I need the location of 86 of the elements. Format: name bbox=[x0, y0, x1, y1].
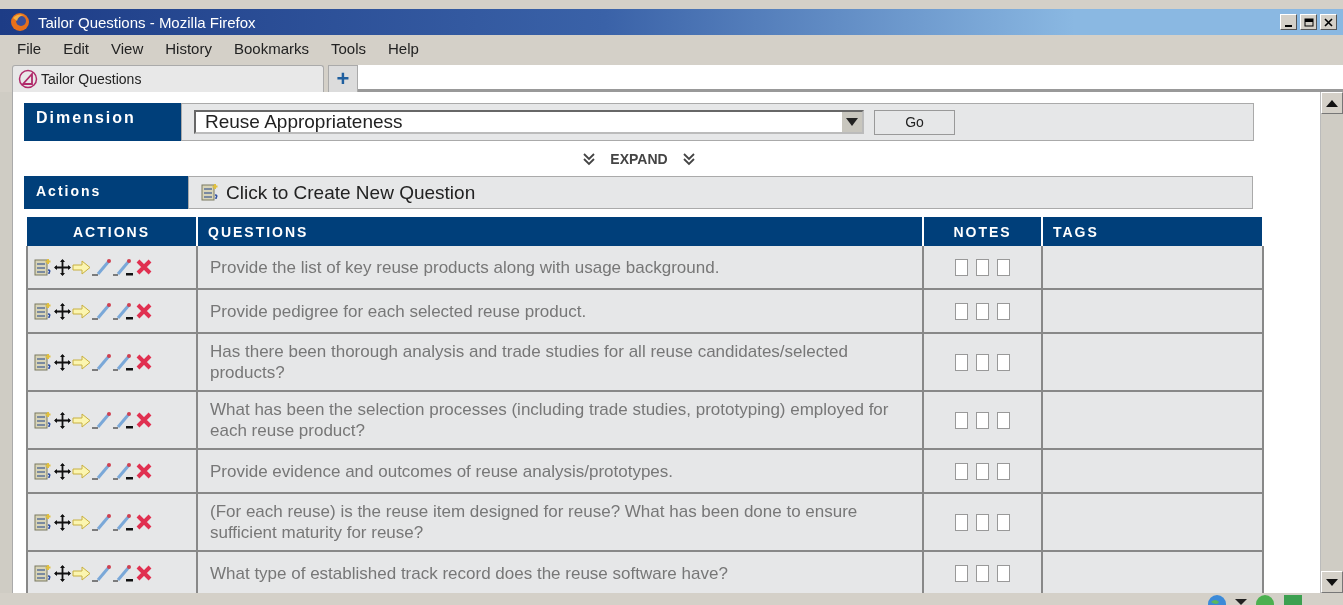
move-icon[interactable] bbox=[54, 302, 71, 320]
up-arrow-icon bbox=[1326, 99, 1338, 107]
create-question-link[interactable]: Click to Create New Question bbox=[188, 176, 1253, 209]
menu-item[interactable]: View bbox=[100, 40, 155, 57]
note-checkbox[interactable] bbox=[976, 462, 989, 480]
minimize-icon bbox=[1285, 24, 1292, 27]
new-tab-button[interactable]: + bbox=[328, 65, 358, 92]
note-checkbox[interactable] bbox=[955, 258, 968, 276]
delete-icon[interactable] bbox=[136, 354, 152, 370]
move-icon[interactable] bbox=[54, 258, 71, 276]
dropdown-arrow-icon bbox=[846, 118, 858, 126]
note-checkbox[interactable] bbox=[976, 258, 989, 276]
pencil-minus-icon[interactable] bbox=[113, 462, 135, 480]
delete-icon[interactable] bbox=[136, 565, 152, 581]
maximize-icon bbox=[1303, 17, 1314, 27]
question-text: Provide the list of key reuse products along with usage background. bbox=[210, 257, 720, 277]
double-chevron-icon[interactable] bbox=[681, 151, 696, 166]
scroll-up-button[interactable] bbox=[1321, 92, 1343, 114]
close-icon bbox=[1324, 17, 1333, 27]
down-arrow-icon bbox=[1326, 578, 1338, 586]
move-icon[interactable] bbox=[54, 564, 71, 582]
move-icon[interactable] bbox=[54, 411, 71, 429]
pencil-minus-icon[interactable] bbox=[113, 302, 135, 320]
menu-item[interactable]: File bbox=[6, 40, 53, 57]
note-checkbox[interactable] bbox=[997, 411, 1010, 429]
tab-logo-icon bbox=[18, 69, 38, 89]
delete-icon[interactable] bbox=[136, 303, 152, 319]
question-text: (For each reuse) is the reuse item designed for reuse? What has been done to ensure sufficient maturity for reuse? bbox=[210, 502, 858, 542]
pencil-minus-icon[interactable] bbox=[113, 564, 135, 582]
question-text: Provide evidence and outcomes of reuse analysis/prototypes. bbox=[210, 461, 674, 481]
pencil-minus-icon[interactable] bbox=[113, 353, 135, 371]
minimize-button[interactable] bbox=[1280, 14, 1297, 30]
note-checkbox[interactable] bbox=[955, 353, 968, 371]
browser-logo-icon bbox=[10, 12, 30, 32]
delete-icon[interactable] bbox=[136, 514, 152, 530]
note-checkbox[interactable] bbox=[997, 564, 1010, 582]
menu-item[interactable]: Help bbox=[377, 40, 430, 57]
question-text: What type of established track record does the reuse software have? bbox=[210, 563, 728, 583]
note-checkbox[interactable] bbox=[997, 302, 1010, 320]
pencil-minus-icon[interactable] bbox=[113, 411, 135, 429]
note-checkbox[interactable] bbox=[955, 302, 968, 320]
note-checkbox[interactable] bbox=[955, 462, 968, 480]
close-button[interactable] bbox=[1320, 14, 1337, 30]
go-button[interactable]: Go bbox=[874, 109, 955, 135]
note-checkbox[interactable] bbox=[997, 353, 1010, 371]
pencil-minus-icon[interactable] bbox=[113, 513, 135, 531]
column-header: ACTIONS bbox=[27, 217, 197, 246]
menu-item[interactable]: Tools bbox=[320, 40, 377, 57]
note-checkbox[interactable] bbox=[997, 513, 1010, 531]
window-title: Tailor Questions - Mozilla Firefox bbox=[38, 13, 257, 31]
delete-icon[interactable] bbox=[136, 412, 152, 428]
column-header: TAGS bbox=[1042, 217, 1263, 246]
column-header: QUESTIONS bbox=[197, 217, 923, 246]
new-question-icon[interactable] bbox=[201, 183, 220, 202]
move-icon[interactable] bbox=[54, 513, 71, 531]
note-checkbox[interactable] bbox=[976, 411, 989, 429]
maximize-button[interactable] bbox=[1300, 14, 1317, 30]
double-chevron-icon[interactable] bbox=[582, 151, 597, 166]
menu-item[interactable]: Bookmarks bbox=[222, 40, 320, 57]
column-header: NOTES bbox=[923, 217, 1042, 246]
note-checkbox[interactable] bbox=[997, 258, 1010, 276]
note-checkbox[interactable] bbox=[976, 513, 989, 531]
note-checkbox[interactable] bbox=[976, 302, 989, 320]
dimension-dropdown[interactable]: Reuse Appropriateness bbox=[194, 110, 864, 134]
browser-tab[interactable]: Tailor Questions bbox=[12, 65, 324, 92]
note-checkbox[interactable] bbox=[955, 411, 968, 429]
note-checkbox[interactable] bbox=[955, 564, 968, 582]
move-icon[interactable] bbox=[54, 353, 71, 371]
tab-label: Tailor Questions bbox=[41, 71, 142, 87]
delete-icon[interactable] bbox=[136, 463, 152, 479]
delete-icon[interactable] bbox=[136, 259, 152, 275]
menu-item[interactable]: Edit bbox=[52, 40, 101, 57]
pencil-minus-icon[interactable] bbox=[113, 258, 135, 276]
question-text: Has there been thorough analysis and trade studies for all reuse candidates/selected products? bbox=[210, 342, 848, 382]
dimension-label: Dimension bbox=[24, 103, 181, 141]
move-icon[interactable] bbox=[54, 462, 71, 480]
note-checkbox[interactable] bbox=[976, 564, 989, 582]
note-checkbox[interactable] bbox=[997, 462, 1010, 480]
note-checkbox[interactable] bbox=[976, 353, 989, 371]
note-checkbox[interactable] bbox=[955, 513, 968, 531]
question-text: Provide pedigree for each selected reuse product. bbox=[210, 301, 587, 321]
expand-link[interactable]: EXPAND bbox=[610, 150, 668, 167]
actions-label: Actions bbox=[24, 176, 188, 209]
menu-item[interactable]: History bbox=[154, 40, 223, 57]
question-text: What has been the selection processes (including trade studies, prototyping) employed for each reuse product? bbox=[210, 400, 889, 440]
scroll-down-button[interactable] bbox=[1321, 571, 1343, 593]
